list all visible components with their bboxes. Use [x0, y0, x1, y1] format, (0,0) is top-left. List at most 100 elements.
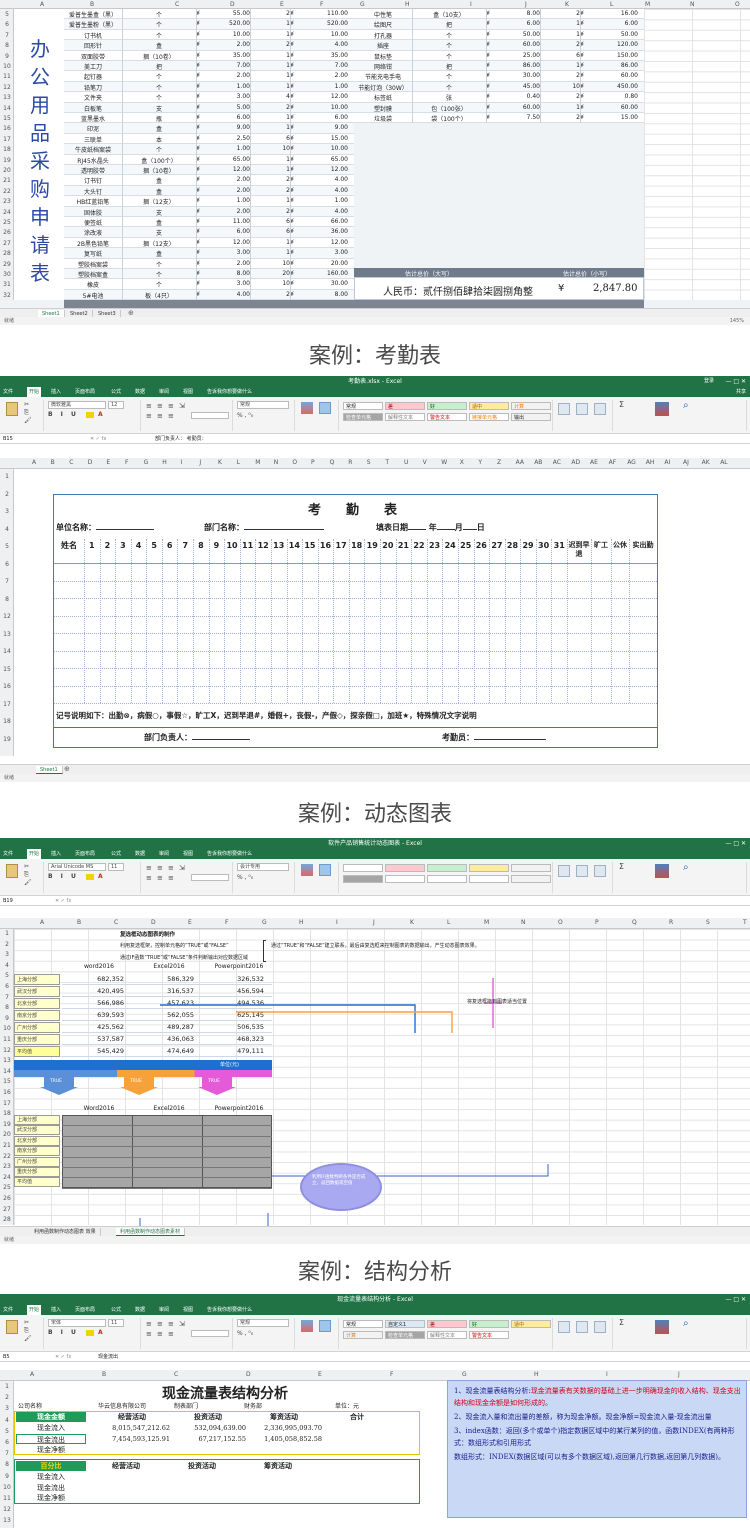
- format-as-table-icon[interactable]: [319, 1320, 331, 1332]
- bold-italic-underline-icon[interactable]: B I U: [48, 873, 79, 880]
- format-as-table-icon[interactable]: [319, 402, 331, 414]
- cell-style-9[interactable]: [511, 875, 551, 883]
- insert-cells-icon[interactable]: [558, 865, 570, 877]
- cell-style-7[interactable]: [427, 875, 467, 883]
- ribbon-tab-6[interactable]: 审阅: [159, 849, 169, 859]
- number-format-select[interactable]: 会计专用: [237, 863, 289, 871]
- copy-icon[interactable]: ⎘: [24, 409, 29, 417]
- align-icon[interactable]: ≡: [146, 1320, 152, 1328]
- cell-style-3[interactable]: 好: [469, 1320, 509, 1328]
- align-icon[interactable]: ⇲: [179, 864, 185, 872]
- tell-me-box[interactable]: 告诉我你想要做什么: [207, 849, 252, 859]
- ribbon-tab-6[interactable]: 审阅: [159, 1305, 169, 1315]
- align-icon[interactable]: ≡: [168, 1320, 174, 1328]
- number-format-icons[interactable]: % , ⁰₀: [237, 874, 253, 881]
- align-icon[interactable]: ≡: [157, 1330, 163, 1338]
- font-name-select[interactable]: 宋体: [48, 1319, 106, 1327]
- delete-cells-icon[interactable]: [576, 865, 588, 877]
- cell-style-1[interactable]: 自定义1: [385, 1320, 425, 1328]
- font-color-icon[interactable]: A: [98, 411, 103, 418]
- font-name-select[interactable]: Arial Unicode MS: [48, 863, 106, 871]
- ribbon-tab-7[interactable]: 视图: [183, 849, 193, 859]
- format-painter-icon[interactable]: 🖌: [24, 879, 32, 886]
- cell-style-6[interactable]: [385, 875, 425, 883]
- ribbon-tab-2[interactable]: 插入: [51, 849, 61, 859]
- align-icon[interactable]: ≡: [146, 874, 152, 882]
- ribbon-tab-0[interactable]: 文件: [3, 849, 13, 859]
- ribbon-tab-2[interactable]: 插入: [51, 387, 61, 397]
- font-color-icon[interactable]: A: [98, 873, 103, 880]
- merge-center-button[interactable]: [191, 412, 229, 419]
- copy-icon[interactable]: ⎘: [24, 871, 29, 879]
- cell-style-3[interactable]: [469, 864, 509, 872]
- tab-effect[interactable]: 利用函数制作动态图表 效果: [30, 1228, 101, 1236]
- conditional-format-icon[interactable]: [301, 864, 313, 876]
- autosum-icon[interactable]: Σ: [619, 1318, 624, 1327]
- tell-me-box[interactable]: 告诉我你想要做什么: [207, 387, 252, 397]
- ribbon-tab-0[interactable]: 文件: [3, 1305, 13, 1315]
- conditional-format-icon[interactable]: [301, 402, 313, 414]
- cell-style-5[interactable]: 检查单元格: [343, 413, 383, 421]
- align-icon[interactable]: ⇲: [179, 402, 185, 410]
- window-controls-icon[interactable]: — □ ✕: [725, 376, 746, 387]
- user-login[interactable]: 登录: [704, 376, 714, 387]
- ribbon-tab-5[interactable]: 数据: [135, 1305, 145, 1315]
- cell-style-4[interactable]: 计算: [511, 402, 551, 410]
- font-size-select[interactable]: 11: [108, 863, 124, 871]
- conditional-format-icon[interactable]: [301, 1320, 313, 1332]
- cell-style-8[interactable]: 链接单元格: [469, 413, 509, 421]
- format-painter-icon[interactable]: 🖌: [24, 417, 32, 424]
- number-format-icons[interactable]: % , ⁰₀: [237, 412, 253, 419]
- share-button[interactable]: 共享: [736, 387, 746, 397]
- name-box[interactable]: B19: [3, 896, 13, 906]
- merge-center-button[interactable]: [191, 874, 229, 881]
- format-as-table-icon[interactable]: [319, 864, 331, 876]
- fill-color-icon[interactable]: [86, 412, 94, 418]
- tell-me-box[interactable]: 告诉我你想要做什么: [207, 1305, 252, 1315]
- zoom-level[interactable]: 145%: [730, 317, 744, 325]
- copy-icon[interactable]: ⎘: [24, 1327, 29, 1335]
- formula-input[interactable]: 现金流出: [98, 1352, 118, 1362]
- window-controls-icon[interactable]: — □ ✕: [725, 1294, 746, 1305]
- ribbon-tab-7[interactable]: 视图: [183, 387, 193, 397]
- cell-style-2[interactable]: 好: [427, 402, 467, 410]
- add-sheet-icon[interactable]: ⊕: [64, 765, 70, 773]
- cell-style-2[interactable]: [427, 864, 467, 872]
- merge-center-button[interactable]: [191, 1330, 229, 1337]
- cell-style-4[interactable]: [511, 864, 551, 872]
- cell-style-6[interactable]: 检查单元格: [385, 1331, 425, 1339]
- font-name-select[interactable]: 微软雅黑: [48, 401, 106, 409]
- align-icon[interactable]: ≡: [146, 402, 152, 410]
- find-select-icon[interactable]: ⌕: [683, 400, 689, 411]
- cell-style-7[interactable]: 警告文本: [427, 413, 467, 421]
- paste-icon[interactable]: [6, 1320, 18, 1334]
- align-icon[interactable]: ≡: [157, 412, 163, 420]
- cell-style-3[interactable]: 适中: [469, 402, 509, 410]
- cell-style-0[interactable]: [343, 864, 383, 872]
- font-color-icon[interactable]: A: [98, 1329, 103, 1336]
- number-format-select[interactable]: 常规: [237, 401, 289, 409]
- align-icon[interactable]: ≡: [157, 1320, 163, 1328]
- insert-cells-icon[interactable]: [558, 1321, 570, 1333]
- format-cells-icon[interactable]: [594, 1321, 606, 1333]
- cut-icon[interactable]: ✂: [24, 1319, 29, 1326]
- fill-color-icon[interactable]: [86, 874, 94, 880]
- bold-italic-underline-icon[interactable]: B I U: [48, 1329, 79, 1336]
- align-icon[interactable]: ≡: [168, 864, 174, 872]
- number-format-select[interactable]: 常规: [237, 1319, 289, 1327]
- cell-style-5[interactable]: 计算: [343, 1331, 383, 1339]
- ribbon-tab-3[interactable]: 页面布局: [75, 387, 95, 397]
- font-size-select[interactable]: 12: [108, 401, 124, 409]
- cell-style-0[interactable]: 常规: [343, 1320, 383, 1328]
- fill-color-icon[interactable]: [86, 1330, 94, 1336]
- format-cells-icon[interactable]: [594, 865, 606, 877]
- paste-icon[interactable]: [6, 864, 18, 878]
- sort-filter-icon[interactable]: [655, 864, 669, 878]
- cell-style-1[interactable]: 差: [385, 402, 425, 410]
- delete-cells-icon[interactable]: [576, 1321, 588, 1333]
- ribbon-tab-1[interactable]: 开始: [27, 1305, 42, 1315]
- ribbon-tab-0[interactable]: 文件: [3, 387, 13, 397]
- sort-filter-icon[interactable]: [655, 1320, 669, 1334]
- cell-style-4[interactable]: 适中: [511, 1320, 551, 1328]
- ribbon-tab-1[interactable]: 开始: [27, 387, 42, 397]
